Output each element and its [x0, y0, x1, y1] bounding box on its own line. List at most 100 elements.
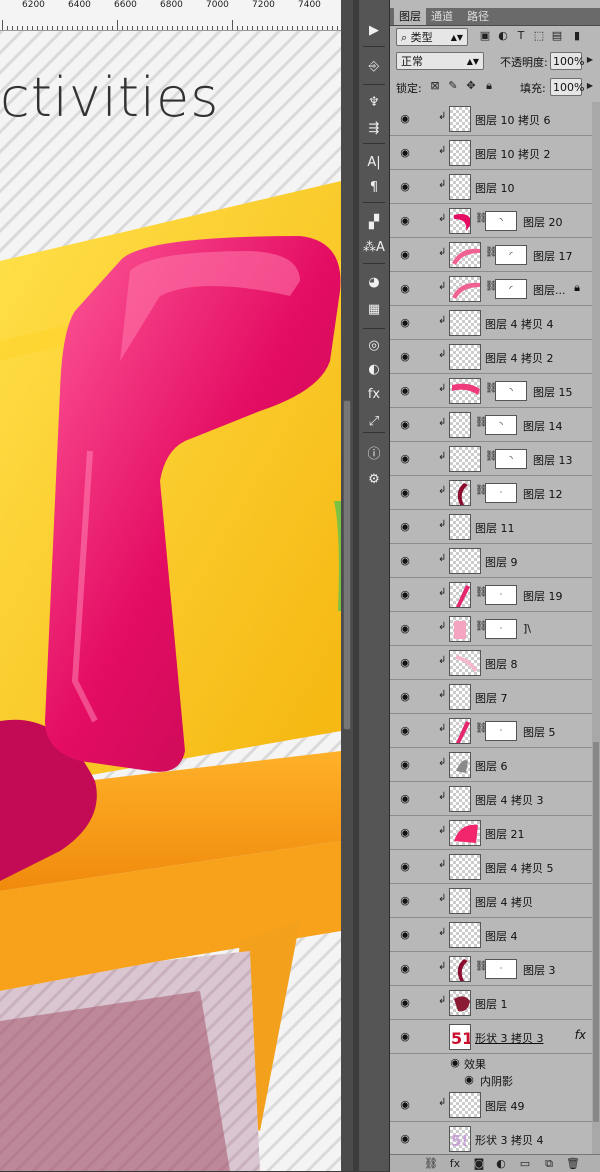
layer-thumbnail[interactable] [449, 412, 471, 438]
layer-name[interactable]: 图层 4 [485, 928, 518, 944]
layer-row[interactable]: ◉ ↲ 图层 8 [390, 646, 600, 680]
layer-row[interactable]: ◉ ↲ ⛓ ◜ 图层 17 [390, 238, 600, 272]
eye-icon[interactable]: ◉ [398, 894, 412, 908]
fx-icon[interactable]: fx [575, 1028, 586, 1042]
layer-name[interactable]: 图层 4 拷贝 5 [485, 860, 554, 876]
layer-name[interactable]: 图层 10 拷贝 2 [475, 146, 551, 162]
scroll-thumb[interactable] [343, 400, 351, 730]
layer-thumbnail[interactable] [449, 752, 471, 778]
mask-link-icon[interactable]: ⛓ [475, 485, 488, 499]
paragraph-icon[interactable]: ¶ [362, 178, 386, 198]
effects-group[interactable]: ◉ 效果 [390, 1054, 600, 1071]
eye-icon[interactable]: ◉ [398, 962, 412, 976]
layer-row[interactable]: ◉ ↲ 图层 4 拷贝 5 [390, 850, 600, 884]
filter-adjustment-icon[interactable]: ◐ [496, 29, 510, 43]
lock-transparency-icon[interactable]: ⊠ [428, 79, 442, 93]
layer-thumbnail[interactable] [449, 242, 481, 268]
layer-row[interactable]: ◉ ↲ 图层 4 拷贝 2 [390, 340, 600, 374]
grid-icon[interactable]: ▦ [362, 300, 386, 320]
eye-icon[interactable]: ◉ [398, 520, 412, 534]
layer-row[interactable]: ◉ ↲ 图层 9 [390, 544, 600, 578]
properties-icon[interactable]: ⚙ [362, 470, 386, 490]
layer-row[interactable]: ◉ ↲ 图层 21 [390, 816, 600, 850]
layer-thumbnail[interactable] [449, 888, 471, 914]
layer-name[interactable]: 图层 12 [523, 486, 563, 502]
layer-name[interactable]: 图层 20 [523, 214, 563, 230]
layer-name[interactable]: 图层 15 [533, 384, 573, 400]
layer-name[interactable]: 图层 10 拷贝 6 [475, 112, 551, 128]
brush-preset-icon[interactable]: ♆ [362, 93, 386, 113]
layer-name[interactable]: 图层 11 [475, 520, 515, 536]
fx-icon[interactable]: fx [448, 1157, 462, 1171]
tab-paths[interactable]: 路径 [462, 8, 494, 25]
layer-thumbnail[interactable] [449, 1092, 481, 1118]
layer-row[interactable]: ◉ ↲ 图层 11 [390, 510, 600, 544]
link-icon[interactable]: ⛓ [424, 1157, 438, 1171]
filter-kind-dropdown[interactable]: ⌕ 类型 ▲▼ [396, 28, 468, 46]
layer-thumbnail[interactable] [449, 956, 471, 982]
layer-thumbnail[interactable] [449, 616, 471, 642]
layer-row[interactable]: ◉ ↲ 图层 49 [390, 1088, 600, 1122]
eye-icon[interactable]: ◉ [398, 996, 412, 1010]
filter-smart-icon[interactable]: ▤ [550, 29, 564, 43]
layer-thumbnail[interactable] [449, 310, 481, 336]
layer-mask-thumbnail[interactable]: ◜ [495, 245, 527, 265]
layer-row[interactable]: ◉ ↲ ⛓ ·]\ [390, 612, 600, 646]
layer-thumbnail[interactable] [449, 582, 471, 608]
layer-thumbnail[interactable] [449, 140, 471, 166]
layer-thumbnail[interactable] [449, 514, 471, 540]
layer-row[interactable]: ◉ ↲ ⛓ ◝ 图层 13 [390, 442, 600, 476]
mask-link-icon[interactable]: ⛓ [485, 383, 498, 397]
eye-icon[interactable]: ◉ [398, 112, 412, 126]
layer-row[interactable]: ◉ ↲ 图层 10 [390, 170, 600, 204]
layer-name[interactable]: 图层 4 拷贝 3 [475, 792, 544, 808]
layer-name[interactable]: 图层 7 [475, 690, 508, 706]
layer-name[interactable]: 图层 14 [523, 418, 563, 434]
layer-name[interactable]: 图层 3 [523, 962, 556, 978]
layer-thumbnail[interactable] [449, 480, 471, 506]
blend-mode-dropdown[interactable]: 正常 ▲▼ [396, 52, 484, 70]
layer-comps-icon[interactable]: ◎ [362, 336, 386, 356]
eye-icon[interactable]: ◉ [398, 554, 412, 568]
layer-mask-thumbnail[interactable]: ◝ [485, 211, 517, 231]
layer-row[interactable]: ◉ ↲ 图层 4 拷贝 [390, 884, 600, 918]
paragraph-layout-icon[interactable]: ⎆ [362, 57, 386, 77]
layer-thumbnail[interactable]: 5! [449, 1126, 471, 1152]
eye-icon[interactable]: ◉ [398, 860, 412, 874]
fill-input[interactable]: 100% [550, 78, 584, 96]
new-layer-icon[interactable]: ⧉ [542, 1157, 556, 1171]
layer-mask-thumbnail[interactable]: ◝ [495, 381, 527, 401]
opacity-arrow-icon[interactable]: ▶ [583, 53, 597, 67]
tab-channels[interactable]: 通道 [426, 8, 458, 25]
effect-inner-shadow[interactable]: ◉ 内阴影 [390, 1071, 600, 1088]
layer-row[interactable]: ◉ ↲ 图层 4 拷贝 4 [390, 306, 600, 340]
trash-icon[interactable]: 🗑︎ [566, 1157, 580, 1171]
lock-position-icon[interactable]: ✥ [464, 79, 478, 93]
tab-layers[interactable]: 图层 [394, 8, 426, 25]
layer-name[interactable]: 形状 3 拷贝 4 [475, 1132, 544, 1148]
layer-row[interactable]: ◉ 51形状 3 拷贝 3 fx [390, 1020, 600, 1054]
eye-icon[interactable]: ◉ [398, 928, 412, 942]
layer-mask-thumbnail[interactable]: · [485, 585, 517, 605]
layer-name[interactable]: ]\ [523, 622, 531, 635]
layer-row[interactable]: ◉ ↲ ⛓ ◜ 图层... 🔒︎ [390, 272, 600, 306]
layer-name[interactable]: 图层 13 [533, 452, 573, 468]
layer-thumbnail[interactable] [449, 548, 481, 574]
layer-row[interactable]: ◉ ↲ 图层 10 拷贝 6 [390, 102, 600, 136]
mask-link-icon[interactable]: ⛓ [475, 587, 488, 601]
play-icon[interactable]: ▶ [362, 21, 386, 41]
folder-icon[interactable]: ▭ [518, 1157, 532, 1171]
transform-icon[interactable]: ⤢ [362, 412, 386, 432]
layer-name[interactable]: 图层 6 [475, 758, 508, 774]
fill-arrow-icon[interactable]: ▶ [583, 79, 597, 93]
layer-name[interactable]: 图层 5 [523, 724, 556, 740]
layer-row[interactable]: ◉ ↲ 图层 1 [390, 986, 600, 1020]
layer-thumbnail[interactable] [449, 378, 481, 404]
layer-thumbnail[interactable] [449, 786, 471, 812]
palette-icon[interactable]: ◕ [362, 273, 386, 293]
eye-icon[interactable]: ◉ [398, 384, 412, 398]
eye-icon[interactable]: ◉ [398, 826, 412, 840]
layer-row[interactable]: ◉ ↲ 图层 4 [390, 918, 600, 952]
filter-type-icon[interactable]: T [514, 29, 528, 43]
layers-scrollbar[interactable] [592, 102, 600, 1154]
